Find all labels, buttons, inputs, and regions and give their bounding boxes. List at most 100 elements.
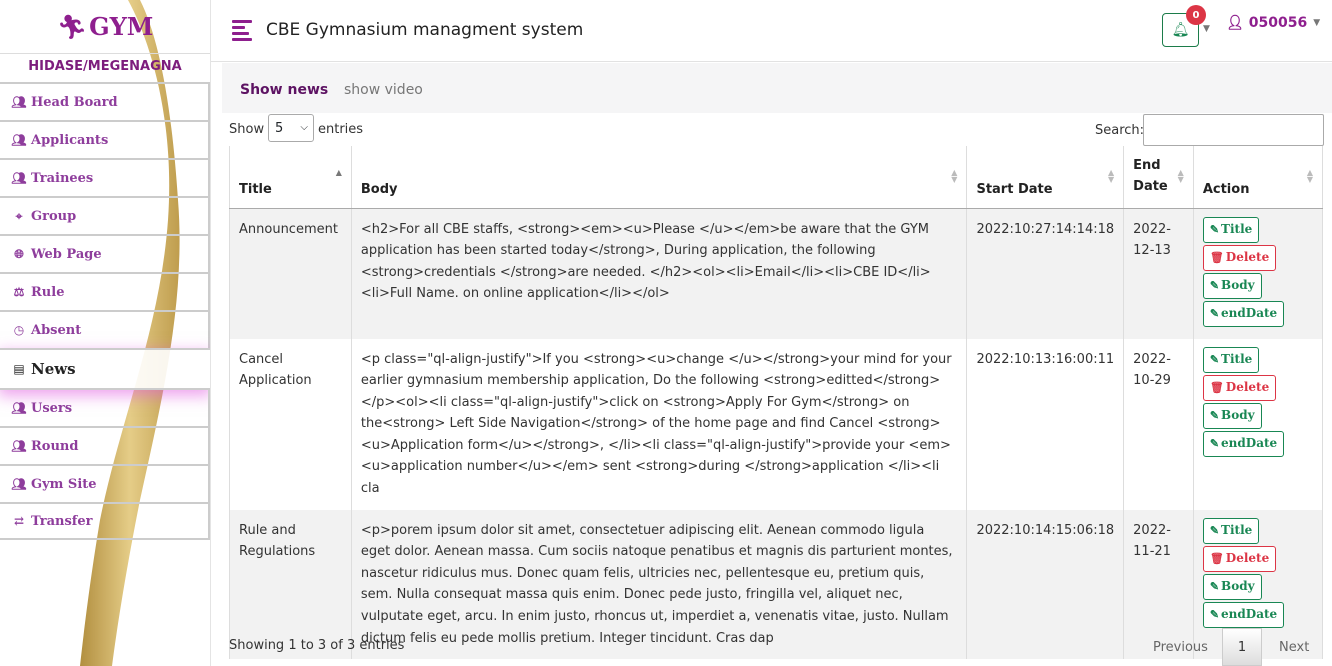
- delete-button[interactable]: 🗑︎ Delete: [1202, 244, 1277, 271]
- pagination-next[interactable]: Next: [1279, 628, 1309, 666]
- trash-icon: 🗑︎: [1209, 250, 1224, 264]
- sidebar-item-label: Absent: [31, 322, 82, 338]
- globe-icon: 🌐︎: [14, 246, 24, 261]
- sidebar-item-label: Group: [31, 208, 77, 224]
- sidebar-item-group[interactable]: ⌖ Group: [0, 196, 210, 234]
- tab-show-news[interactable]: Show news: [240, 82, 328, 98]
- table-info: Showing 1 to 3 of 3 entries: [229, 638, 405, 653]
- bell-icon: 🔔︎: [1171, 22, 1190, 38]
- brand-logo-text: GYM: [89, 12, 154, 41]
- edit-body-button[interactable]: ✎ Body: [1202, 402, 1262, 429]
- column-header-action[interactable]: Action ▲ ▼: [1193, 146, 1324, 209]
- sidebar-item-web-page[interactable]: 🌐︎ Web Page: [0, 234, 210, 272]
- edit-end-date-button[interactable]: ✎ endDate: [1202, 300, 1285, 327]
- table-row: Cancel Application <p class="ql-align-ju…: [229, 338, 1324, 510]
- user-menu[interactable]: 👤︎ 050056 ▼: [1226, 15, 1320, 31]
- pencil-icon: ✎: [1209, 408, 1220, 422]
- cell-title: Rule and Regulations: [229, 509, 352, 660]
- user-id: 050056: [1248, 15, 1308, 31]
- page-title: CBE Gymnasium managment system: [266, 20, 584, 40]
- pencil-icon: ✎: [1209, 607, 1220, 621]
- brand-logo[interactable]: 🏃︎ GYM: [0, 0, 210, 54]
- cell-end-date: 2022-10-29: [1123, 338, 1194, 510]
- show-label: Show: [229, 122, 265, 137]
- pencil-icon: ✎: [1209, 278, 1220, 292]
- delete-button[interactable]: 🗑︎ Delete: [1202, 374, 1277, 401]
- cell-body: <p class="ql-align-justify">If you <stro…: [351, 338, 968, 510]
- sidebar-item-rule[interactable]: ⚖︎ Rule: [0, 272, 210, 310]
- pencil-icon: ✎: [1209, 523, 1220, 537]
- cell-start-date: 2022:10:27:14:14:18: [966, 208, 1125, 339]
- users-icon: 👥︎: [11, 95, 27, 109]
- cell-actions: ✎ Title 🗑︎ Delete ✎ Body ✎ endDate: [1193, 338, 1324, 510]
- edit-end-date-button[interactable]: ✎ endDate: [1202, 430, 1285, 457]
- group-icon: ⌖: [15, 208, 23, 223]
- column-header-end-date[interactable]: End Date ▲ ▼: [1123, 146, 1194, 209]
- scale-icon: ⚖︎: [13, 285, 25, 299]
- cell-body: <p>porem ipsum dolor sit amet, consectet…: [351, 509, 968, 660]
- top-header: CBE Gymnasium managment system 🔔︎ 0 ▼ 👤︎…: [211, 0, 1332, 62]
- pagination-page-1[interactable]: 1: [1222, 628, 1262, 666]
- users-icon: 👥︎: [11, 171, 27, 185]
- branch-name: HIDASE/MEGENAGNA: [28, 59, 182, 74]
- sidebar-item-label: Transfer: [31, 513, 93, 529]
- menu-toggle-icon[interactable]: [232, 20, 252, 41]
- tab-show-video[interactable]: show video: [344, 82, 423, 98]
- sidebar-item-label: Gym Site: [31, 476, 97, 492]
- edit-title-button[interactable]: ✎ Title: [1202, 346, 1260, 373]
- pencil-icon: ✎: [1209, 436, 1220, 450]
- sidebar-item-transfer[interactable]: ⇄ Transfer: [0, 502, 210, 540]
- cell-start-date: 2022:10:13:16:00:11: [966, 338, 1125, 510]
- sidebar-item-gym-site[interactable]: 👥︎ Gym Site: [0, 464, 210, 502]
- sidebar-item-absent[interactable]: ◷ Absent: [0, 310, 210, 348]
- search-label: Search:: [1095, 123, 1145, 138]
- entries-label: entries: [318, 122, 364, 137]
- sidebar-item-head-board[interactable]: 👥︎ Head Board: [0, 82, 210, 120]
- chevron-down-icon: ▼: [1313, 18, 1321, 28]
- sort-icon: ▲ ▼: [1177, 168, 1184, 184]
- cell-title: Cancel Application: [229, 338, 352, 510]
- users-icon: 👥︎: [11, 133, 27, 147]
- sidebar: 🏃︎ GYM HIDASE/MEGENAGNA 👥︎ Head Board 👥︎…: [0, 0, 211, 666]
- edit-body-button[interactable]: ✎ Body: [1202, 272, 1262, 299]
- column-header-title[interactable]: Title ▲: [229, 146, 352, 209]
- running-person-icon: 🏃︎: [56, 12, 88, 41]
- cell-start-date: 2022:10:14:15:06:18: [966, 509, 1125, 660]
- column-header-start-date[interactable]: Start Date ▲ ▼: [966, 146, 1125, 209]
- sidebar-item-label: Rule: [31, 284, 65, 300]
- edit-body-button[interactable]: ✎ Body: [1202, 573, 1262, 600]
- sort-icon: ▲ ▼: [951, 168, 958, 184]
- sidebar-item-label: News: [31, 360, 76, 378]
- chevron-down-icon: ⌵: [300, 122, 308, 133]
- pencil-icon: ✎: [1209, 306, 1220, 320]
- notification-count-badge: 0: [1186, 5, 1206, 25]
- sort-icon: ▲ ▼: [1108, 168, 1115, 184]
- sidebar-item-news[interactable]: ▤ News: [0, 348, 210, 388]
- column-header-body[interactable]: Body ▲ ▼: [351, 146, 968, 209]
- clock-icon: ◷: [13, 323, 25, 337]
- chevron-down-icon[interactable]: ▼: [1203, 24, 1210, 34]
- users-icon: 👥︎: [11, 439, 27, 453]
- users-icon: 👥︎: [11, 477, 27, 491]
- edit-title-button[interactable]: ✎ Title: [1202, 216, 1260, 243]
- delete-button[interactable]: 🗑︎ Delete: [1202, 545, 1277, 572]
- sidebar-item-label: Trainees: [31, 170, 94, 186]
- sidebar-item-trainees[interactable]: 👥︎ Trainees: [0, 158, 210, 196]
- sidebar-item-round[interactable]: 👥︎ Round: [0, 426, 210, 464]
- edit-end-date-button[interactable]: ✎ endDate: [1202, 601, 1285, 628]
- search-input[interactable]: [1143, 114, 1324, 146]
- pencil-icon: ✎: [1209, 222, 1220, 236]
- sidebar-item-users[interactable]: 👥︎ Users: [0, 388, 210, 426]
- page-length-select[interactable]: 5 ⌵: [268, 114, 314, 142]
- sidebar-item-label: Applicants: [31, 132, 109, 148]
- pencil-icon: ✎: [1209, 579, 1220, 593]
- pencil-icon: ✎: [1209, 352, 1220, 366]
- cell-actions: ✎ Title 🗑︎ Delete ✎ Body ✎ endDate: [1193, 208, 1324, 339]
- edit-title-button[interactable]: ✎ Title: [1202, 517, 1260, 544]
- news-tabs: Show news show video: [222, 63, 1332, 113]
- cell-title: Announcement: [229, 208, 352, 339]
- sidebar-item-label: Round: [31, 438, 79, 454]
- sidebar-item-applicants[interactable]: 👥︎ Applicants: [0, 120, 210, 158]
- page-length-value: 5: [275, 120, 284, 136]
- pagination-previous[interactable]: Previous: [1153, 628, 1208, 666]
